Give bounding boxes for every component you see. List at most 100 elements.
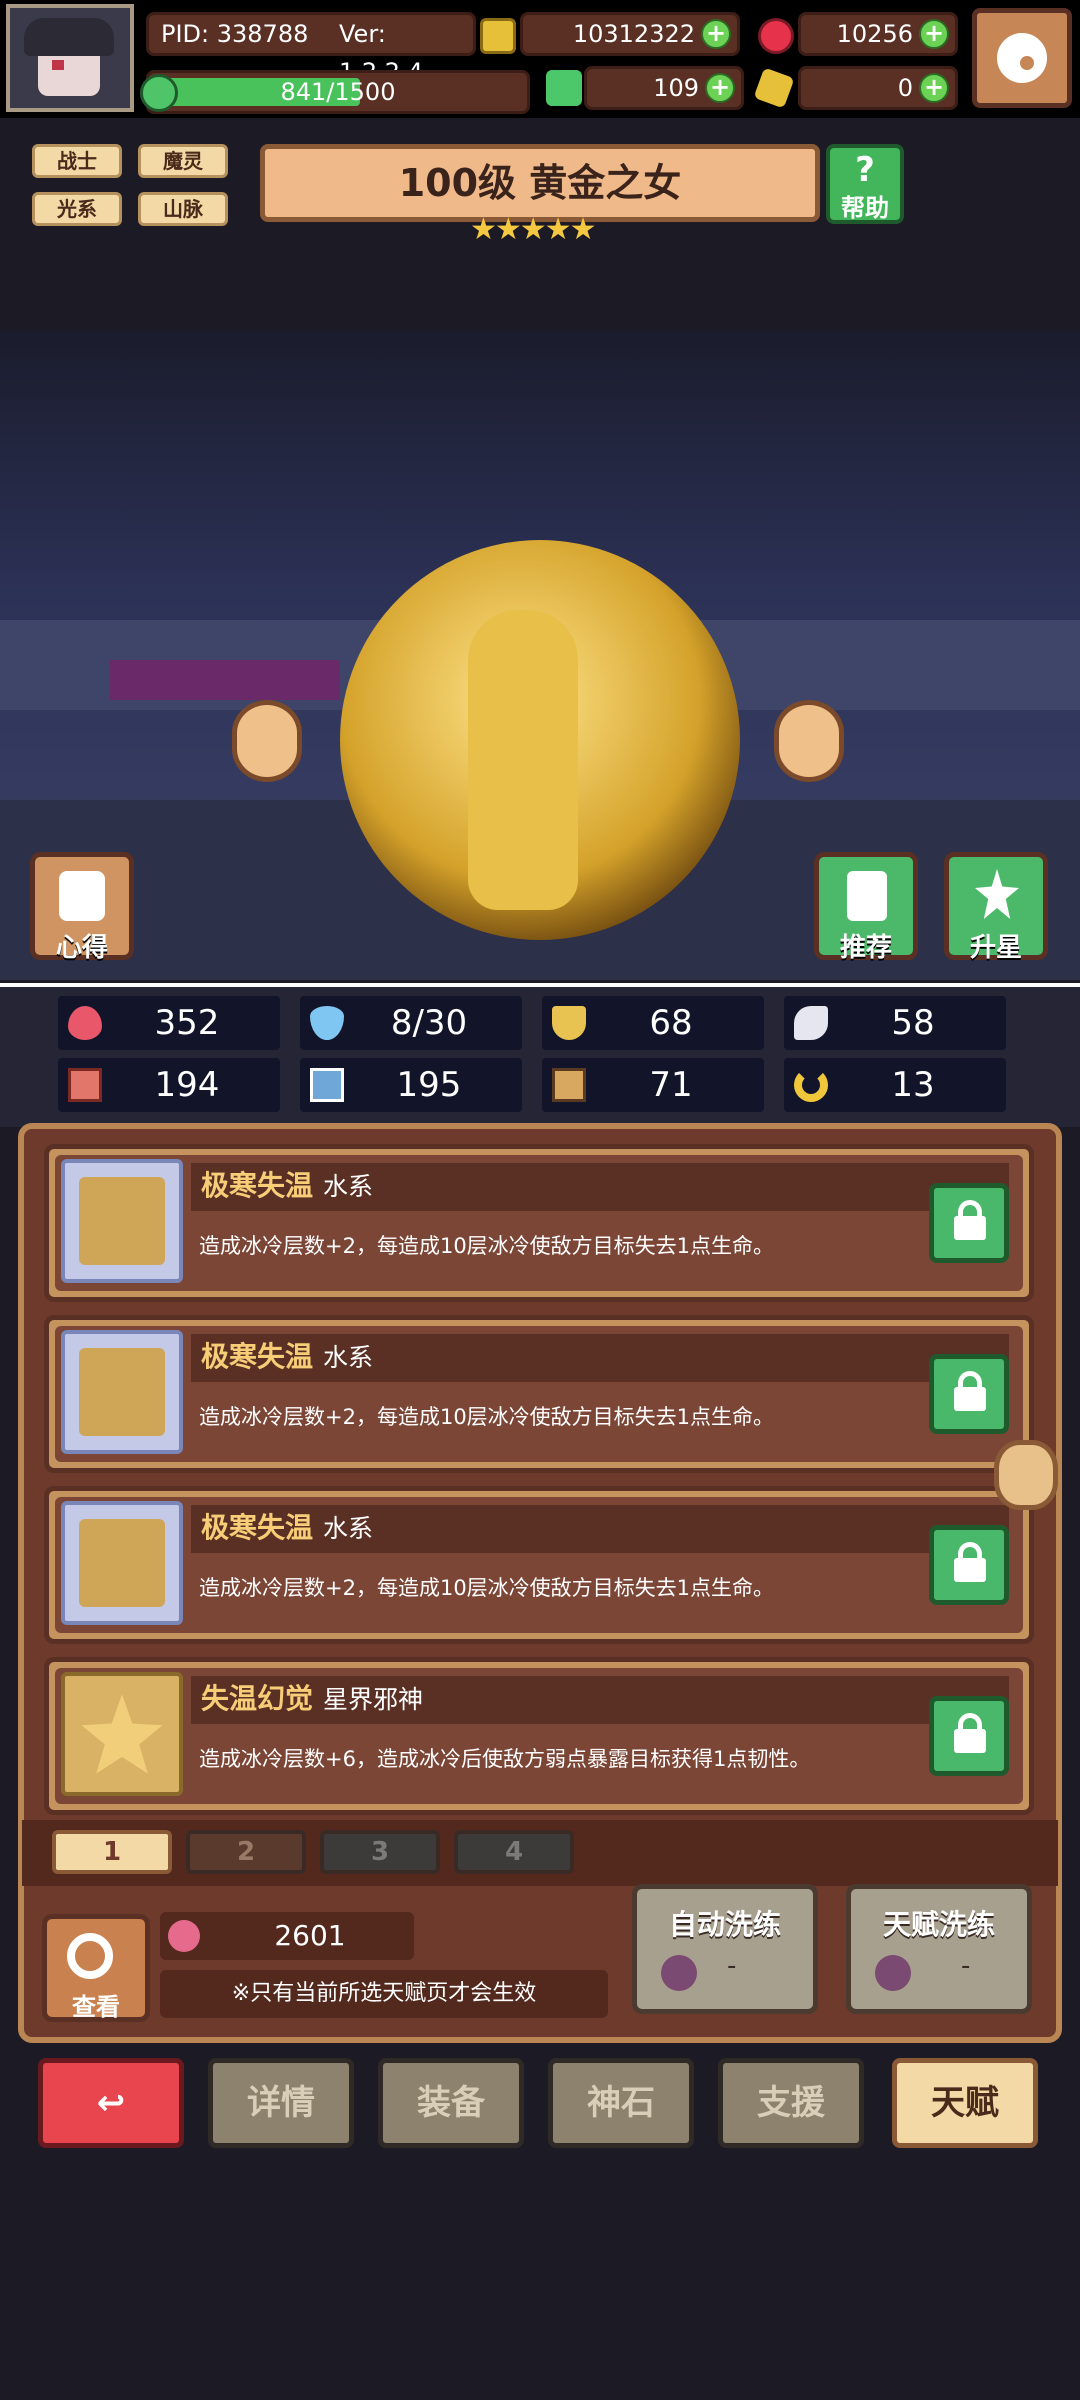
lock-button[interactable] — [929, 1183, 1009, 1263]
note-text: ※只有当前所选天赋页才会生效 — [231, 1981, 537, 2006]
talent-icon — [61, 1159, 183, 1283]
page-tab-1[interactable]: 1 — [52, 1830, 172, 1874]
add-clover-icon[interactable]: + — [705, 73, 735, 103]
flame-icon — [79, 1348, 165, 1436]
add-gold-icon[interactable]: + — [701, 19, 731, 49]
equipment-tab[interactable]: 装备 — [378, 2058, 524, 2148]
talent-tab[interactable]: 天赋 — [892, 2058, 1038, 2148]
avatar-eye — [52, 60, 64, 70]
talent-desc: 造成冰冷层数+2，每造成10层冰冷使敌方目标失去1点生命。 — [199, 1405, 775, 1429]
details-tab[interactable]: 详情 — [208, 2058, 354, 2148]
keys-pill: 0 + — [798, 66, 958, 110]
talent-name-text: 极寒失温 — [201, 1340, 314, 1373]
view-button[interactable]: 查看 — [42, 1914, 150, 2022]
notes-label: 心得 — [55, 933, 108, 963]
berry-icon — [875, 1955, 911, 1991]
star-icon — [81, 1694, 163, 1774]
talent-name-text: 极寒失温 — [201, 1169, 314, 1202]
talent-name: 极寒失温 水系 — [201, 1161, 373, 1212]
gold-coin-icon — [480, 18, 516, 54]
scroll-icon — [552, 1068, 586, 1102]
auto-wash-cost: - — [727, 1951, 737, 1981]
energy-icon — [140, 74, 178, 112]
settings-button[interactable] — [972, 8, 1072, 108]
flame-icon — [79, 1519, 165, 1607]
talent-wash-button[interactable]: 天赋洗练 - — [846, 1884, 1032, 2014]
scroll-handle[interactable] — [994, 1440, 1058, 1510]
star-rating: ★★★★★ — [470, 212, 596, 247]
player-avatar[interactable] — [6, 4, 134, 112]
back-arrow-icon: ↩ — [96, 2083, 126, 2123]
auto-wash-button[interactable]: 自动洗练 - — [632, 1884, 818, 2014]
talent-card-4[interactable]: 失温幻觉 星界邪神 造成冰冷层数+6，造成冰冷后使敌方弱点暴露目标获得1点韧性。 — [44, 1657, 1034, 1815]
support-tab[interactable]: 支援 — [718, 2058, 864, 2148]
next-character-button[interactable] — [774, 700, 844, 782]
cost-box: 2601 — [160, 1912, 414, 1960]
key-amount: 0 — [897, 74, 913, 102]
notes-icon — [59, 871, 105, 921]
golden-girl-figure — [468, 610, 578, 910]
stat-hp: 352 — [58, 996, 280, 1050]
talent-name: 极寒失温 水系 — [201, 1503, 373, 1554]
lock-body — [954, 1729, 986, 1753]
thumbs-up-icon — [847, 871, 887, 921]
godstone-tab[interactable]: 神石 — [548, 2058, 694, 2148]
lock-button[interactable] — [929, 1354, 1009, 1434]
talent-desc: 造成冰冷层数+2，每造成10层冰冷使敌方目标失去1点生命。 — [199, 1576, 775, 1600]
talent-card-3[interactable]: 极寒失温 水系 造成冰冷层数+2，每造成10层冰冷使敌方目标失去1点生命。 — [44, 1486, 1034, 1644]
stat-value: 194 — [154, 1065, 220, 1105]
note-box: ※只有当前所选天赋页才会生效 — [160, 1970, 608, 2018]
heart-icon — [68, 1006, 102, 1040]
gear-center — [1020, 56, 1034, 70]
water-drop-icon — [310, 1006, 344, 1040]
talent-card-2[interactable]: 极寒失温 水系 造成冰冷层数+2，每造成10层冰冷使敌方目标失去1点生命。 — [44, 1315, 1034, 1473]
question-icon: ? — [855, 150, 875, 190]
lock-body — [954, 1558, 986, 1582]
talent-name-text: 极寒失温 — [201, 1511, 314, 1544]
star-up-label: 升星 — [969, 933, 1022, 963]
talent-element: 星界邪神 — [323, 1685, 424, 1714]
star-up-icon — [975, 869, 1019, 919]
lock-button[interactable] — [929, 1525, 1009, 1605]
talent-wash-label: 天赋洗练 — [882, 1908, 995, 1941]
page-tab-3[interactable]: 3 — [320, 1830, 440, 1874]
gems-pill: 10256 + — [798, 12, 958, 56]
back-button[interactable]: ↩ — [38, 2058, 184, 2148]
talent-element: 水系 — [323, 1343, 374, 1372]
notes-button[interactable]: 心得 — [30, 852, 134, 963]
fist-icon — [68, 1068, 102, 1102]
talent-name: 极寒失温 水系 — [201, 1332, 373, 1383]
stat-defense: 68 — [542, 996, 764, 1050]
wing-icon — [794, 1006, 828, 1040]
character-title: 100级 黄金之女 — [398, 161, 682, 205]
star-up-button[interactable]: 升星 — [944, 852, 1048, 963]
stat-value: 71 — [649, 1065, 693, 1105]
stat-resist: 71 — [542, 1058, 764, 1112]
prev-character-button[interactable] — [232, 700, 302, 782]
book-icon — [310, 1068, 344, 1102]
horseshoe-icon — [794, 1068, 828, 1102]
red-gem-icon — [758, 18, 794, 54]
page-tab-2[interactable]: 2 — [186, 1830, 306, 1874]
auto-wash-label: 自动洗练 — [668, 1908, 781, 1941]
berry-icon — [661, 1955, 697, 1991]
lock-button[interactable] — [929, 1696, 1009, 1776]
recommend-button[interactable]: 推荐 — [814, 852, 918, 963]
stat-value: 352 — [154, 1003, 220, 1043]
lock-body — [954, 1387, 986, 1411]
stat-luck: 13 — [784, 1058, 1006, 1112]
page-tab-4[interactable]: 4 — [454, 1830, 574, 1874]
character-title-bar: 100级 黄金之女 — [260, 144, 820, 222]
stat-mana: 8/30 — [300, 996, 522, 1050]
stat-value: 13 — [891, 1065, 935, 1105]
talent-card-1[interactable]: 极寒失温 水系 造成冰冷层数+2，每造成10层冰冷使敌方目标失去1点生命。 — [44, 1144, 1034, 1302]
tag-class: 战士 — [32, 144, 122, 178]
magnifier-icon — [67, 1933, 113, 1979]
tag-element: 光系 — [32, 192, 122, 226]
add-gems-icon[interactable]: + — [919, 19, 949, 49]
talent-icon — [61, 1672, 183, 1796]
add-keys-icon[interactable]: + — [919, 73, 949, 103]
talent-name-text: 失温幻觉 — [201, 1682, 314, 1715]
gear-icon — [997, 33, 1047, 83]
help-button[interactable]: ? 帮助 — [826, 144, 904, 224]
